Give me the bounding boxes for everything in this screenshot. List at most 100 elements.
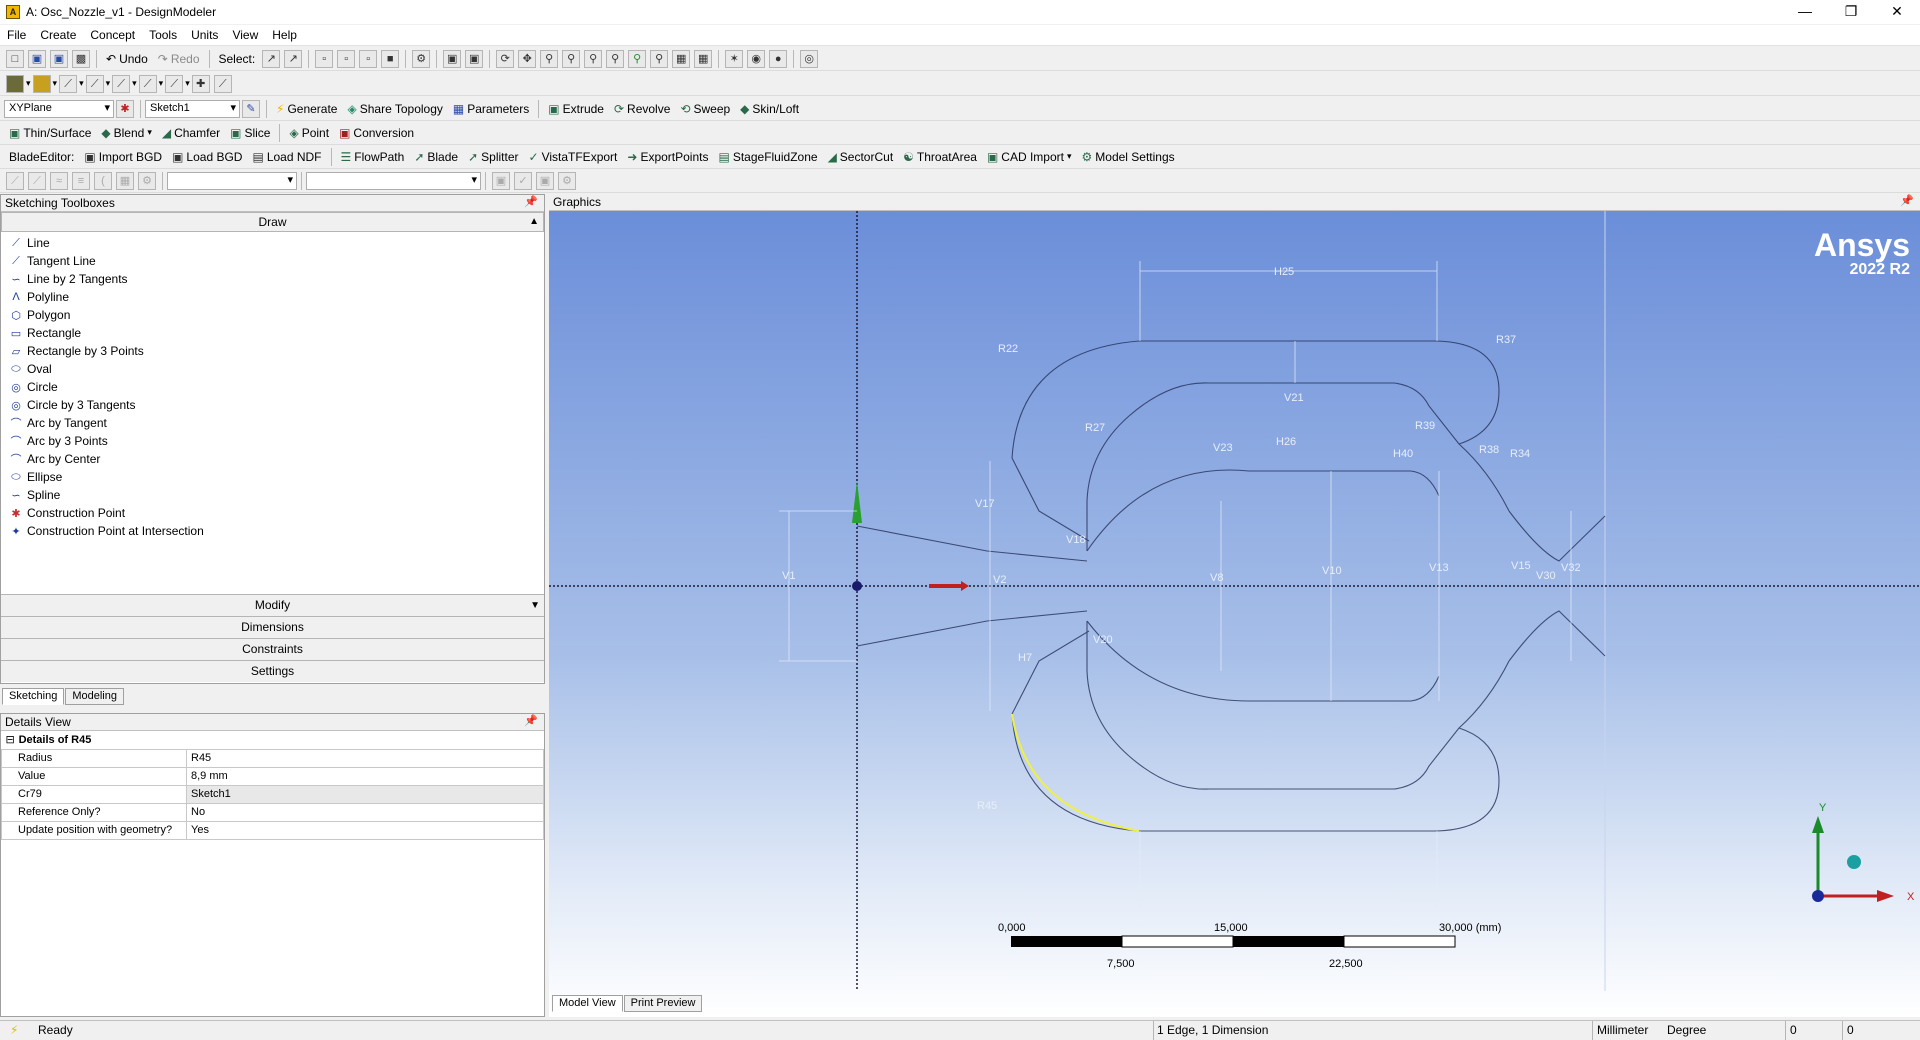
tool-construction-point[interactable]: ✱ Construction Point <box>1 504 544 522</box>
dim-label-h25[interactable]: H25 <box>1274 266 1294 278</box>
blade-button[interactable]: ➚ Blade <box>409 147 463 167</box>
export-icon[interactable]: ▩ <box>72 49 90 68</box>
throat-area-button[interactable]: ☯ ThroatArea <box>898 147 982 167</box>
conversion-button[interactable]: ▣ Conversion <box>334 123 419 143</box>
dim-label-v18[interactable]: V18 <box>1066 534 1086 546</box>
import-bgd-button[interactable]: ▣ Import BGD <box>79 147 167 167</box>
dim-label-v23[interactable]: V23 <box>1213 442 1233 454</box>
constraints-section-header[interactable]: Constraints <box>1 638 544 660</box>
dim-label-v20[interactable]: V20 <box>1093 634 1113 646</box>
origin-point[interactable] <box>852 581 862 591</box>
menu-units[interactable]: Units <box>184 28 225 42</box>
display-plane-icon[interactable]: ✶ <box>725 49 744 68</box>
tool-polyline[interactable]: Λ Polyline <box>1 288 544 306</box>
parameters-button[interactable]: ▦ Parameters <box>448 99 534 119</box>
dim-label-r39[interactable]: R39 <box>1415 420 1435 432</box>
select-edges-icon[interactable]: ▫ <box>337 49 356 68</box>
pan-icon[interactable]: ✥ <box>518 49 537 68</box>
tool-arc-by-center[interactable]: ⌒ Arc by Center <box>1 450 544 468</box>
dim-label-v32[interactable]: V32 <box>1561 562 1581 574</box>
dim-label-v15[interactable]: V15 <box>1511 560 1531 572</box>
generate-button[interactable]: ⚡ Generate <box>271 99 342 119</box>
menu-help[interactable]: Help <box>265 28 304 42</box>
vista-tf-export-button[interactable]: ✓ VistaTFExport <box>524 147 623 167</box>
tab-modeling[interactable]: Modeling <box>65 688 124 705</box>
graphics-pin-icon[interactable]: 📌 <box>1900 194 1914 207</box>
menu-file[interactable]: File <box>0 28 33 42</box>
dimensions-section-header[interactable]: Dimensions <box>1 616 544 638</box>
load-ndf-button[interactable]: ▤ Load NDF <box>247 147 326 167</box>
sketch-canvas[interactable]: H25 R22 R37 V21 R27 R39 H26 V23 H40 R38 … <box>549 211 1920 1017</box>
dim-label-r22[interactable]: R22 <box>998 343 1018 355</box>
sweep-button[interactable]: ⟲ Sweep <box>675 99 735 119</box>
tool-circle-by-3-tangents[interactable]: ◎ Circle by 3 Tangents <box>1 396 544 414</box>
dim-label-r37[interactable]: R37 <box>1496 334 1516 346</box>
select-all-icon[interactable]: ▣ <box>443 49 462 68</box>
details-row-cr79[interactable]: Cr79 Sketch1 <box>1 784 544 804</box>
face-color-icon[interactable] <box>6 74 24 93</box>
zoom-to-fit-icon[interactable]: ⚲ <box>606 49 625 68</box>
model-settings-button[interactable]: ⚙ Model Settings <box>1077 147 1180 167</box>
graphics-viewport[interactable]: H25 R22 R37 V21 R27 R39 H26 V23 H40 R38 … <box>549 211 1920 1017</box>
fix-icon[interactable]: ✚ <box>191 74 210 93</box>
save-icon[interactable]: ▣ <box>28 49 46 68</box>
tab-print-preview[interactable]: Print Preview <box>623 995 703 1012</box>
zoom-icon[interactable]: ⚲ <box>540 49 559 68</box>
details-row-radius[interactable]: Radius R45 <box>1 748 544 768</box>
pin-icon[interactable]: 📌 <box>524 195 538 208</box>
tab-model-view[interactable]: Model View <box>552 995 623 1012</box>
dim-label-v2[interactable]: V2 <box>993 574 1006 586</box>
select-filter-icon[interactable]: ↗ <box>284 49 303 68</box>
dim-label-v1[interactable]: V1 <box>782 570 795 582</box>
tool-rectangle-by-3-points[interactable]: ▱ Rectangle by 3 Points <box>1 342 544 360</box>
tool-line-by-2-tangents[interactable]: ∽ Line by 2 Tangents <box>1 270 544 288</box>
surface-constraint-icon[interactable]: ⟋ <box>138 74 157 93</box>
tool-spline[interactable]: ∽ Spline <box>1 486 544 504</box>
dim-label-r38[interactable]: R38 <box>1479 444 1499 456</box>
details-row-value[interactable]: Value 8,9 mm <box>1 766 544 786</box>
tool-circle[interactable]: ◎ Circle <box>1 378 544 396</box>
tool-tangent-line[interactable]: ⟋ Tangent Line <box>1 252 544 270</box>
menu-create[interactable]: Create <box>33 28 83 42</box>
display-model-icon[interactable]: ◉ <box>747 49 766 68</box>
next-view-icon[interactable]: ▦ <box>672 49 691 68</box>
zoom-fit-icon[interactable]: ⚲ <box>584 49 603 68</box>
menu-concept[interactable]: Concept <box>83 28 142 42</box>
magnify-icon[interactable]: ⚲ <box>628 49 647 68</box>
collapse-icon[interactable]: ⊟ <box>6 733 16 746</box>
dim-label-h26[interactable]: H26 <box>1276 436 1296 448</box>
redo-button[interactable]: ↷ Redo <box>153 49 205 69</box>
dim-label-v10[interactable]: V10 <box>1322 565 1342 577</box>
chamfer-button[interactable]: ◢ Chamfer <box>157 123 225 143</box>
extend-selection-icon[interactable]: ⚙ <box>412 49 431 68</box>
modify-section-header[interactable]: Modify ▼ <box>1 594 544 616</box>
plane-dropdown[interactable]: XYPlane <box>4 99 114 118</box>
flowpath-button[interactable]: ☰ FlowPath <box>336 147 410 167</box>
scroll-down-icon[interactable]: ▼ <box>530 595 540 616</box>
dim-label-v17[interactable]: V17 <box>975 498 995 510</box>
details-row-reference-only[interactable]: Reference Only? No <box>1 802 544 822</box>
tool-arc-by-tangent[interactable]: ⌒ Arc by Tangent <box>1 414 544 432</box>
point-line-icon[interactable]: ⟋ <box>59 74 78 93</box>
thin-surface-button[interactable]: ▣ Thin/Surface <box>4 123 96 143</box>
previous-view-icon[interactable]: ⚲ <box>650 49 669 68</box>
line-constraint-icon[interactable]: ⟋ <box>85 74 104 93</box>
selected-edge-r45[interactable] <box>1011 713 1140 832</box>
details-pin-icon[interactable]: 📌 <box>524 714 538 727</box>
tool-oval[interactable]: ⬭ Oval <box>1 360 544 378</box>
curve-constraint-icon[interactable]: ⟋ <box>112 74 131 93</box>
isometric-view-icon[interactable]: ▦ <box>694 49 713 68</box>
point-button[interactable]: ◈ Point <box>284 123 334 143</box>
save-as-icon[interactable]: ▣ <box>50 49 68 68</box>
new-icon[interactable]: □ <box>6 49 24 68</box>
undo-button[interactable]: ↶ Undo <box>101 49 153 69</box>
menu-tools[interactable]: Tools <box>142 28 184 42</box>
tool-ellipse[interactable]: ⬭ Ellipse <box>1 468 544 486</box>
dim-label-h40[interactable]: H40 <box>1393 448 1413 460</box>
tab-sketching[interactable]: Sketching <box>2 688 65 705</box>
share-topology-button[interactable]: ◈ Share Topology <box>342 99 447 119</box>
triad-iso-ball[interactable] <box>1847 855 1861 869</box>
cad-import-button[interactable]: ▣ CAD Import ▾ <box>982 147 1077 167</box>
minimize-icon[interactable]: — <box>1782 0 1828 24</box>
extrude-button[interactable]: ▣ Extrude <box>543 99 609 119</box>
